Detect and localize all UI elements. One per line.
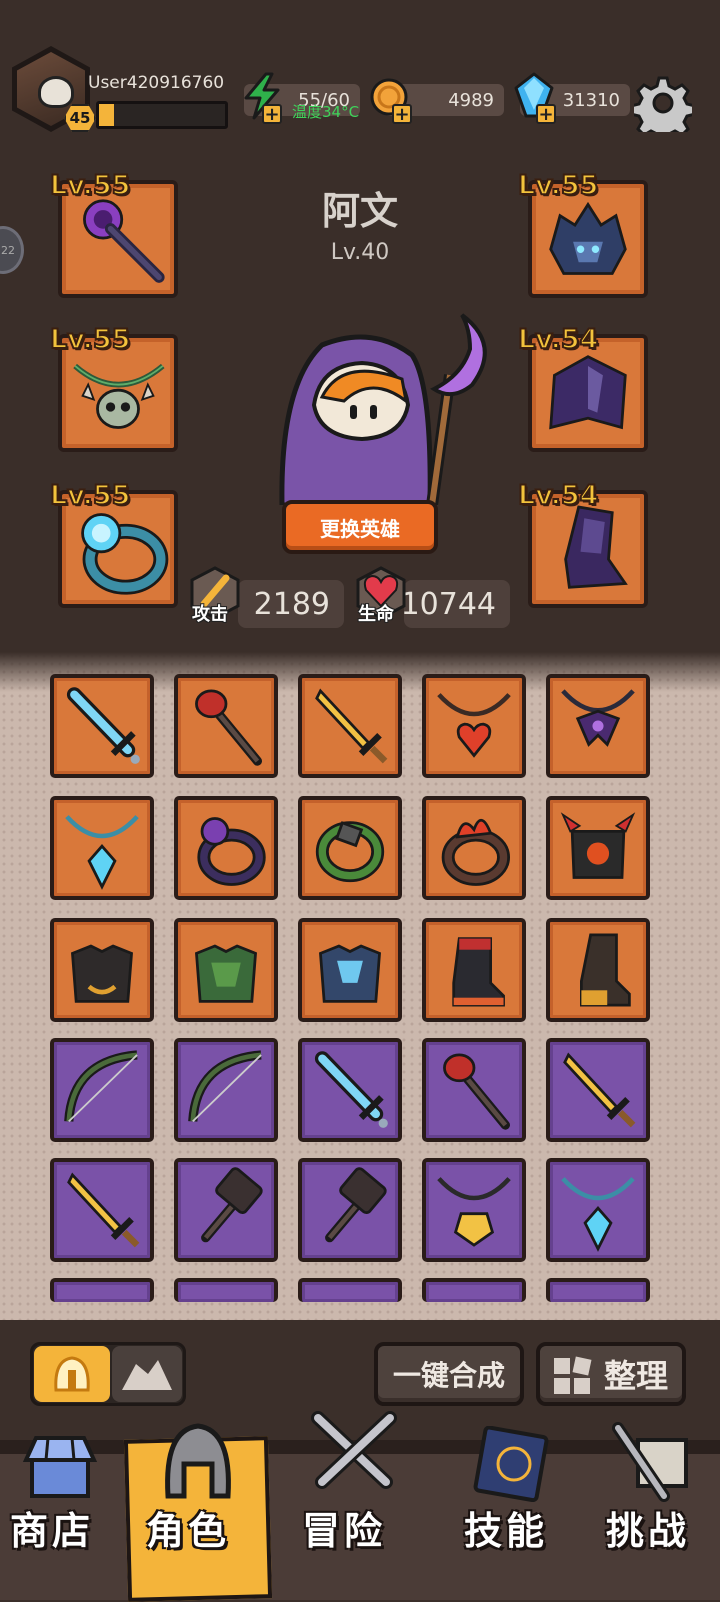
heart-amulet-icon <box>437 693 511 758</box>
inventory-slot[interactable] <box>174 796 278 900</box>
slot-level-label: Lv.55 <box>49 323 131 356</box>
inventory-slot[interactable] <box>298 1038 402 1142</box>
auto-merge-button[interactable]: 一键合成 <box>374 1342 524 1406</box>
settings-gear-icon[interactable] <box>634 74 692 132</box>
crossed-swords-icon <box>311 1411 397 1489</box>
inventory-slot[interactable] <box>298 1158 402 1262</box>
shop-icon <box>22 1436 98 1498</box>
hammer-icon <box>325 1167 387 1243</box>
inventory-slot[interactable] <box>174 1158 278 1262</box>
inventory-slot[interactable] <box>50 674 154 778</box>
inventory-slot[interactable] <box>546 1038 650 1142</box>
fire-staff-icon <box>195 689 262 766</box>
inventory-slot[interactable] <box>174 674 278 778</box>
hammer-icon <box>201 1167 263 1243</box>
inventory-slot[interactable] <box>50 796 154 900</box>
gold-amulet-icon <box>437 1177 511 1247</box>
hero-mage-sprite[interactable] <box>262 305 502 505</box>
slot-level-label: Lv.55 <box>517 169 599 202</box>
inventory-slot-partial[interactable] <box>50 1278 154 1302</box>
demon-armor-icon <box>560 812 636 879</box>
ice-armor-icon <box>319 944 381 1003</box>
rock-filter-icon <box>122 1360 172 1390</box>
slot-level-label: Lv.55 <box>49 169 131 202</box>
vine-ring-icon <box>315 821 385 883</box>
red-boot-icon <box>452 937 505 1007</box>
hp-value: 10744 <box>401 580 510 628</box>
inventory-slot[interactable] <box>50 918 154 1022</box>
ice-sword-icon <box>314 1051 388 1128</box>
inventory-slot[interactable] <box>174 1038 278 1142</box>
inventory-slot[interactable] <box>546 1158 650 1262</box>
nav-adventure-label[interactable]: 冒险 <box>302 1500 386 1555</box>
player-username: User420916760 <box>88 73 225 93</box>
inventory-slot[interactable] <box>546 918 650 1022</box>
gold-sword-icon <box>563 1052 636 1128</box>
inventory-slot[interactable] <box>50 1158 154 1262</box>
slot-level-label: Lv.55 <box>49 479 131 512</box>
crystal-necklace-icon <box>65 815 139 890</box>
ice-sword-icon <box>66 687 140 764</box>
inventory-slot-partial[interactable] <box>546 1278 650 1302</box>
inventory-slot-partial[interactable] <box>298 1278 402 1302</box>
bow-icon <box>188 1050 262 1123</box>
gold-sword-icon <box>67 1172 140 1248</box>
gold-sword-icon <box>315 688 388 764</box>
filter-material-tab[interactable] <box>112 1346 182 1402</box>
filter-equipment-tab[interactable] <box>34 1346 110 1402</box>
black-armor-icon <box>71 944 133 1003</box>
inventory-slot[interactable] <box>546 796 650 900</box>
spellbook-icon <box>473 1426 549 1502</box>
xp-bar <box>96 101 228 129</box>
green-armor-icon <box>195 944 257 1003</box>
sort-button-label: 整理 <box>603 1357 668 1395</box>
inventory-slot[interactable] <box>298 918 402 1022</box>
sword-flag-icon <box>612 1422 688 1502</box>
helmet-nav-icon <box>165 1423 231 1499</box>
temperature-overlay: 温度34°C <box>292 103 360 121</box>
nav-challenge-label[interactable]: 挑战 <box>606 1500 690 1555</box>
attack-value: 2189 <box>238 580 344 628</box>
attack-label: 攻击 <box>192 604 228 625</box>
fire-staff-icon <box>443 1053 510 1130</box>
xp-bar-fill <box>99 104 115 126</box>
helmet-filter-icon <box>54 1356 90 1392</box>
inventory-slot[interactable] <box>422 1038 526 1142</box>
inventory-slot[interactable] <box>422 918 526 1022</box>
inventory-slot[interactable] <box>174 918 278 1022</box>
inventory-slot-partial[interactable] <box>174 1278 278 1302</box>
inventory-slot[interactable] <box>298 674 402 778</box>
nav-role-label[interactable]: 角色 <box>146 1500 230 1555</box>
coin-add-button[interactable]: + <box>392 104 412 124</box>
inventory-slot-partial[interactable] <box>422 1278 526 1302</box>
inventory-slot[interactable] <box>50 1038 154 1142</box>
inventory-slot[interactable] <box>422 796 526 900</box>
inventory-slot[interactable] <box>422 674 526 778</box>
hero-level: Lv.40 <box>330 240 390 265</box>
nav-shop-label[interactable]: 商店 <box>10 1500 94 1555</box>
sort-button[interactable]: 整理 <box>536 1342 686 1406</box>
flame-ring-icon <box>441 818 510 886</box>
avatar-skull-icon <box>38 76 74 108</box>
inventory-slot[interactable] <box>298 796 402 900</box>
hp-label: 生命 <box>358 604 394 625</box>
inventory-slot[interactable] <box>546 674 650 778</box>
leather-boot-icon <box>580 933 631 1007</box>
nav-skills-label[interactable]: 技能 <box>464 1500 548 1555</box>
bow-icon <box>64 1050 138 1123</box>
crystal-necklace-icon <box>561 1177 635 1252</box>
slot-level-label: Lv.54 <box>517 479 599 512</box>
dark-amulet-icon <box>561 689 635 747</box>
sort-icon <box>554 1356 592 1394</box>
energy-add-button[interactable]: + <box>262 104 282 124</box>
slot-level-label: Lv.54 <box>517 323 599 356</box>
gem-add-button[interactable]: + <box>536 104 556 124</box>
purple-ring-icon <box>197 817 266 886</box>
hero-name: 阿文 <box>321 189 398 233</box>
inventory-slot[interactable] <box>422 1158 526 1262</box>
change-hero-button[interactable]: 更换英雄 <box>282 500 438 554</box>
